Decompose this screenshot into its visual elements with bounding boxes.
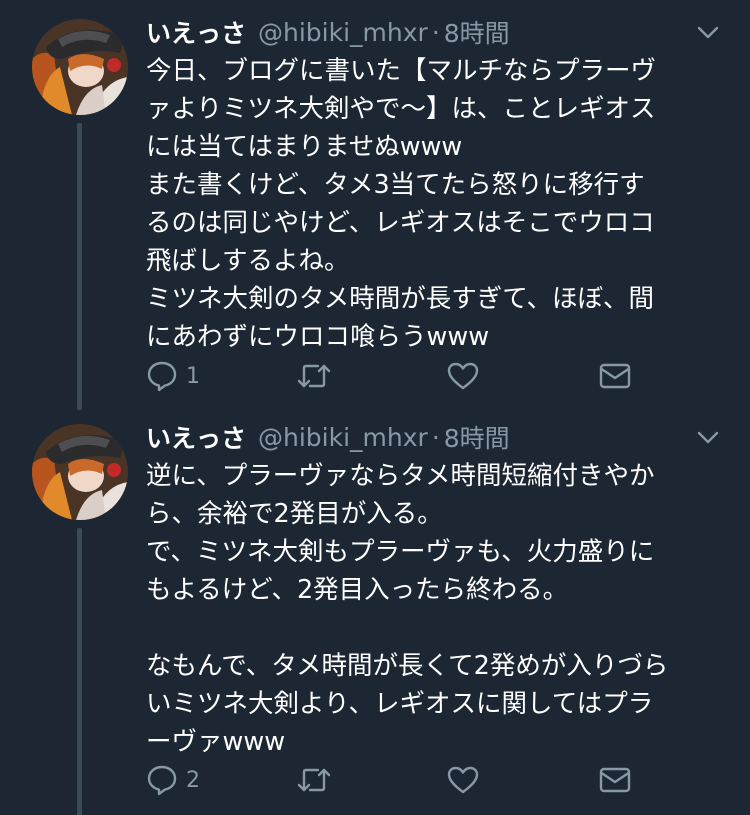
tweet-actions: 2	[146, 762, 646, 798]
separator-dot: ·	[431, 17, 440, 47]
timestamp[interactable]: 8時間	[444, 419, 510, 455]
envelope-icon	[599, 767, 631, 793]
tweet-text-line: 飛ばしするよね。	[146, 246, 350, 276]
tweet-text-line	[146, 609, 736, 647]
tweet[interactable]: いえっさ @hibiki_mhxr · 8時間 今日、ブログに書いた【マルチなら…	[0, 0, 750, 410]
avatar[interactable]	[32, 424, 128, 520]
display-name[interactable]: いえっさ	[146, 14, 246, 50]
retweet-button[interactable]	[296, 762, 332, 798]
tweet-text-line: には当てはまりませぬwww	[146, 132, 463, 162]
chevron-down-icon[interactable]	[696, 22, 720, 42]
tweet-text-line: にあわずにウロコ喰らうwww	[146, 322, 490, 352]
tweet-thread: いえっさ @hibiki_mhxr · 8時間 今日、ブログに書いた【マルチなら…	[0, 0, 750, 815]
tweet-header: いえっさ @hibiki_mhxr · 8時間	[146, 419, 510, 455]
avatar-image	[32, 424, 128, 520]
like-button[interactable]	[446, 358, 480, 394]
tweet-text-line: ら、余裕で2発目が入る。	[146, 499, 443, 529]
tweet-text-line: また書くけど、タメ3当てたら怒りに移行す	[146, 170, 645, 200]
heart-icon	[447, 766, 479, 794]
tweet-text-line: なもんで、タメ時間が長くて2発めが入りづら	[146, 651, 669, 681]
tweet-text-line: ーヴァwww	[146, 727, 286, 757]
tweet-text: 逆に、プラーヴァならタメ時間短縮付きやか ら、余裕で2発目が入る。 で、ミツネ大…	[146, 457, 736, 761]
tweet[interactable]: いえっさ @hibiki_mhxr · 8時間 逆に、プラーヴァならタメ時間短縮…	[0, 405, 750, 815]
user-handle[interactable]: @hibiki_mhxr	[258, 423, 428, 452]
tweet-text-line: ァよりミツネ大剣やで〜】は、ことレギオス	[146, 94, 656, 124]
timestamp[interactable]: 8時間	[444, 14, 510, 50]
reply-count: 2	[186, 767, 200, 793]
tweet-text-line: ミツネ大剣のタメ時間が長すぎて、ほぼ、間	[146, 284, 654, 314]
avatar-image	[32, 19, 128, 115]
tweet-text-line: 逆に、プラーヴァならタメ時間短縮付きやか	[146, 461, 655, 491]
tweet-text-line: 今日、ブログに書いた【マルチならプラーヴ	[146, 56, 657, 86]
reply-button[interactable]: 2	[146, 762, 200, 798]
tweet-text-line: もよるけど、2発目入ったら終わる。	[146, 575, 569, 605]
envelope-icon	[599, 363, 631, 389]
chevron-down-icon[interactable]	[696, 427, 720, 447]
heart-icon	[447, 362, 479, 390]
display-name[interactable]: いえっさ	[146, 419, 246, 455]
reply-button[interactable]: 1	[146, 358, 200, 394]
retweet-icon	[297, 768, 331, 792]
separator-dot: ·	[431, 422, 440, 452]
retweet-button[interactable]	[296, 358, 332, 394]
thread-connector-line	[77, 123, 82, 410]
tweet-text: 今日、ブログに書いた【マルチならプラーヴ ァよりミツネ大剣やで〜】は、ことレギオ…	[146, 52, 736, 356]
tweet-header: いえっさ @hibiki_mhxr · 8時間	[146, 14, 510, 50]
direct-message-button[interactable]	[598, 762, 632, 798]
tweet-text-line: るのは同じやけど、レギオスはそこでウロコ	[146, 208, 655, 238]
reply-bubble-icon	[147, 361, 177, 392]
user-handle[interactable]: @hibiki_mhxr	[258, 18, 428, 47]
retweet-icon	[297, 364, 331, 388]
thread-connector-line	[77, 528, 82, 815]
reply-bubble-icon	[147, 765, 177, 796]
tweet-text-line: で、ミツネ大剣もプラーヴァも、火力盛りに	[146, 537, 655, 567]
reply-count: 1	[186, 363, 200, 389]
avatar[interactable]	[32, 19, 128, 115]
tweet-text-line: いミツネ大剣より、レギオスに関してはプラ	[146, 689, 654, 719]
direct-message-button[interactable]	[598, 358, 632, 394]
tweet-actions: 1	[146, 358, 646, 394]
like-button[interactable]	[446, 762, 480, 798]
